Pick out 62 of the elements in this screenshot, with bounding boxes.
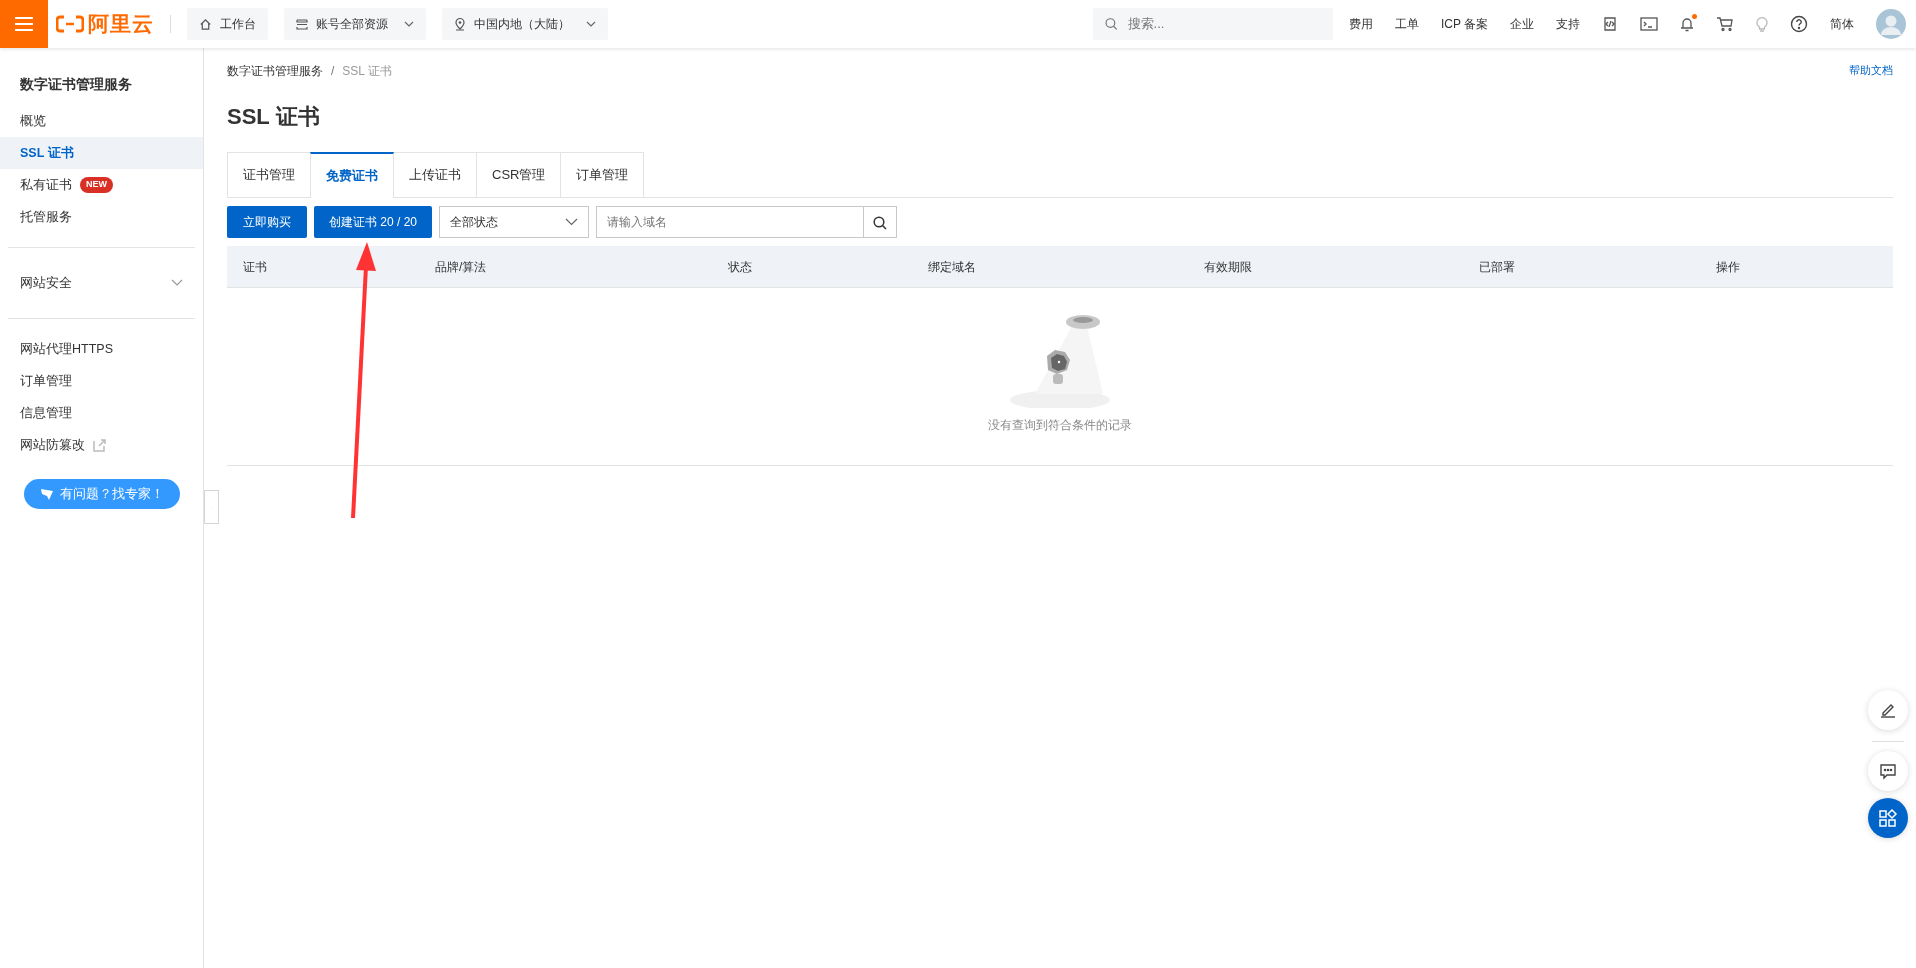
stack-icon (296, 17, 308, 31)
home-icon (199, 17, 212, 31)
cart-icon[interactable] (1716, 16, 1734, 32)
terminal-icon[interactable] (1640, 16, 1658, 32)
help-icon[interactable] (1790, 15, 1808, 33)
location-pin-icon (454, 17, 466, 31)
sidebar-title: 数字证书管理服务 (19, 75, 133, 94)
code-icon[interactable] (1602, 15, 1618, 33)
column-header: 操作 (1716, 259, 1740, 274)
status-select[interactable]: 全部状态 (439, 206, 590, 238)
sidebar-item[interactable]: 概览 (0, 105, 203, 137)
edit-icon[interactable] (1868, 690, 1908, 730)
nav-dropdown[interactable]: 账号全部资源 (284, 8, 426, 40)
column-header: 有效期限 (1204, 259, 1252, 274)
sidebar-group[interactable]: 网站安全 (0, 262, 203, 304)
search-icon (1104, 17, 1118, 31)
top-nav-link[interactable]: 工单 (1394, 15, 1419, 33)
column-header: 状态 (728, 259, 752, 274)
logo-icon (56, 15, 84, 33)
breadcrumb-separator: / (331, 63, 335, 80)
column-header: 品牌/算法 (435, 259, 487, 274)
create-certificate-button[interactable]: 创建证书 20 / 20 (314, 206, 433, 238)
buy-button[interactable]: 立即购买 (227, 206, 307, 238)
tab[interactable]: 证书管理 (227, 152, 311, 197)
column-header: 已部署 (1479, 259, 1515, 274)
sidebar-item-row[interactable]: 网站防篡改 (0, 429, 203, 461)
sidebar-item[interactable]: SSL 证书 (0, 137, 203, 169)
new-badge: NEW (80, 177, 113, 193)
chevron-down-icon (171, 279, 183, 287)
search-icon (873, 215, 888, 230)
workbench-button[interactable]: 工作台 (187, 8, 268, 40)
sidebar-item-label: 私有证书 (20, 176, 72, 194)
bird-icon (39, 487, 54, 501)
breadcrumb-link[interactable]: 数字证书管理服务 (227, 62, 323, 80)
bell-icon[interactable] (1680, 16, 1694, 32)
tab[interactable]: 订单管理 (560, 152, 645, 197)
chevron-down-icon (565, 218, 579, 226)
empty-message: 没有查询到符合条件的记录 (988, 417, 1132, 434)
domain-search-field[interactable]: 请输入域名 (596, 206, 898, 238)
top-nav-link[interactable]: 费用 (1348, 15, 1373, 33)
menu-icon[interactable] (0, 0, 48, 48)
language-link[interactable]: 简体 (1830, 15, 1854, 33)
help-docs-link[interactable]: 帮助文档 (1849, 62, 1893, 80)
collapse-handle[interactable] (204, 490, 219, 524)
top-nav-link[interactable]: ICP 备案 (1440, 15, 1488, 33)
sidebar-item[interactable]: 托管服务 (0, 201, 203, 233)
tab[interactable]: 免费证书 (310, 152, 394, 198)
sidebar-item-row[interactable]: 私有证书 NEW (0, 169, 203, 201)
feedback-icon[interactable] (1868, 751, 1908, 791)
page-title: SSL 证书 (227, 103, 321, 131)
apps-icon[interactable] (1868, 798, 1908, 838)
sidebar-item[interactable]: 信息管理 (0, 397, 203, 429)
top-nav-link[interactable]: 企业 (1510, 15, 1534, 33)
sidebar-item-label: 网站防篡改 (20, 436, 85, 454)
column-header: 证书 (243, 259, 267, 274)
nav-dropdown[interactable]: 中国内地（大陆） (442, 8, 608, 40)
search-input[interactable]: 搜索... (1125, 13, 1321, 35)
sidebar-item[interactable]: 订单管理 (0, 365, 203, 397)
column-header: 绑定域名 (928, 259, 976, 274)
search-field[interactable]: 搜索... (1092, 8, 1333, 40)
top-nav-link[interactable]: 支持 (1556, 15, 1580, 33)
sidebar-item[interactable]: 网站代理HTTPS (0, 333, 203, 365)
